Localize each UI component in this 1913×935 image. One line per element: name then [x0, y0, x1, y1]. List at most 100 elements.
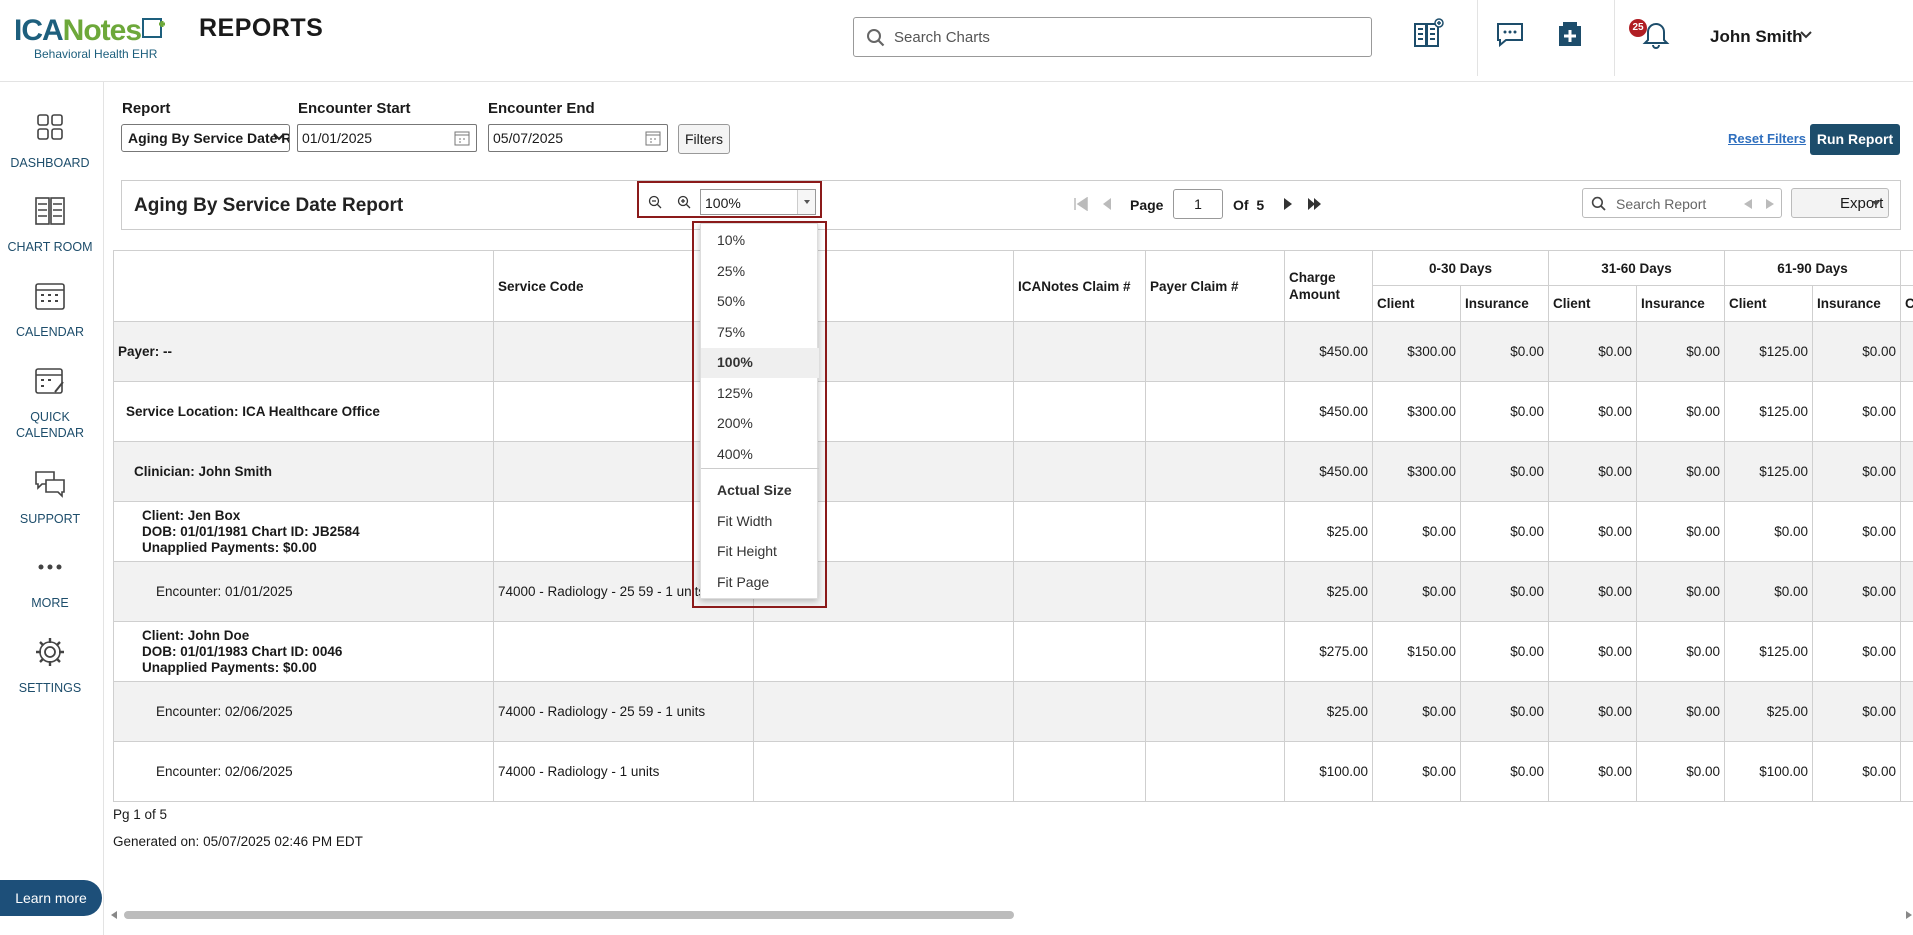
learn-more-button[interactable]: Learn more — [0, 880, 102, 916]
amount-cell: $0.00 — [1548, 501, 1638, 562]
row-label: Encounter: 02/06/2025 — [156, 763, 293, 779]
reset-filters-link[interactable]: Reset Filters — [1728, 131, 1806, 146]
amount-cell: $450.00 — [1284, 441, 1373, 502]
scrollbar-thumb[interactable] — [124, 911, 1014, 919]
amount-cell: $0.00 — [1459, 621, 1550, 682]
search-icon — [867, 29, 885, 47]
amount-cell: $0.00 — [1636, 741, 1726, 802]
dropdown-arrow-icon[interactable] — [797, 190, 815, 214]
messages-icon[interactable] — [1494, 18, 1526, 50]
group-61-90-header: 61-90 Days — [1724, 250, 1902, 286]
partial-cell — [1900, 321, 1913, 382]
amount-cell: $25.00 — [1284, 501, 1373, 562]
payer-claim-cell — [1145, 561, 1285, 622]
zoom-in-icon[interactable] — [677, 195, 691, 209]
service-code-cell — [493, 621, 754, 682]
amount-cell: $0.00 — [1812, 441, 1902, 502]
chevron-down-icon[interactable] — [1800, 30, 1812, 40]
amount-cell: $300.00 — [1372, 441, 1461, 502]
filters-button[interactable]: Filters — [678, 124, 730, 154]
note-cell — [753, 681, 1014, 742]
zoom-select[interactable]: 100% — [700, 189, 816, 215]
caret-down-icon — [804, 200, 810, 204]
encounter-start-label: Encounter Start — [298, 100, 411, 117]
sidebar-item-calendar[interactable]: CALENDAR — [0, 279, 100, 340]
icanotes-claim-header: ICANotes Claim # — [1013, 250, 1146, 322]
encounter-end-field[interactable]: 05/07/2025 — [488, 124, 668, 152]
page-input[interactable]: 1 — [1173, 189, 1223, 219]
report-select[interactable]: Aging By Service Date R — [121, 124, 290, 152]
sidebar-item-support[interactable]: SUPPORT — [0, 466, 100, 527]
sidebar-item-more[interactable]: MORE — [0, 550, 100, 611]
amount-cell: $0.00 — [1372, 681, 1461, 742]
horizontal-scrollbar[interactable] — [110, 909, 1913, 921]
row-label-cell: Encounter: 02/06/2025 — [113, 741, 494, 802]
icanotes-claim-cell — [1013, 681, 1146, 742]
amount-cell: $0.00 — [1812, 501, 1902, 562]
row-label-dob: DOB: 01/01/1983 Chart ID: 0046 — [142, 643, 343, 659]
chevron-down-icon — [273, 133, 285, 141]
of-text: Of — [1233, 197, 1249, 213]
search-next-icon[interactable] — [1765, 198, 1775, 210]
table-row: Encounter: 01/01/2025 74000 - Radiology -… — [113, 561, 1913, 622]
last-page-icon[interactable] — [1307, 197, 1323, 211]
header-divider — [1477, 0, 1478, 76]
search-prev-icon[interactable] — [1743, 198, 1753, 210]
row-label-cell: Client: Jen Box DOB: 01/01/1981 Chart ID:… — [113, 501, 494, 562]
previous-page-icon[interactable] — [1101, 197, 1113, 211]
row-label-cell: Clinician: John Smith — [113, 441, 494, 502]
sidebar-item-settings[interactable]: SETTINGS — [0, 635, 100, 696]
row-label-unapplied: Unapplied Payments: $0.00 — [142, 539, 317, 555]
row-label-cell: Service Location: ICA Healthcare Office — [113, 381, 494, 442]
sidebar-item-quick-calendar[interactable]: QUICK CALENDAR — [0, 364, 100, 441]
table-row: Payer: -- $450.00 $300.00 $0.00 $0.00 $0.00 $1… — [113, 321, 1913, 382]
insurance-header: Insurance — [1812, 285, 1902, 322]
zoom-list-highlight — [692, 221, 827, 608]
row-label: Encounter: 01/01/2025 — [156, 583, 293, 599]
row-label-cell: Payer: -- — [113, 321, 494, 382]
amount-cell: $125.00 — [1724, 321, 1814, 382]
calendar-icon[interactable] — [454, 130, 470, 146]
amount-cell: $0.00 — [1812, 321, 1902, 382]
encounter-end-value: 05/07/2025 — [493, 130, 564, 146]
export-button[interactable]: Export — [1791, 188, 1889, 218]
amount-cell: $450.00 — [1284, 321, 1373, 382]
amount-cell: $0.00 — [1459, 441, 1550, 502]
add-chart-icon[interactable] — [1412, 18, 1444, 50]
sidebar-item-dashboard[interactable]: DASHBOARD — [0, 110, 100, 171]
row-label-cell: Encounter: 02/06/2025 — [113, 681, 494, 742]
gear-icon — [36, 638, 64, 666]
amount-cell: $300.00 — [1372, 321, 1461, 382]
calendar-icon[interactable] — [645, 130, 661, 146]
search-charts-input[interactable]: Search Charts — [853, 17, 1372, 57]
first-page-icon[interactable] — [1073, 197, 1089, 211]
user-name[interactable]: John Smith — [1710, 27, 1803, 47]
icanotes-logo[interactable]: ICANotes Behavioral Health EHR — [14, 16, 174, 62]
amount-cell: $0.00 — [1636, 441, 1726, 502]
amount-cell: $125.00 — [1724, 381, 1814, 442]
label-column-header — [113, 250, 494, 322]
logo-subtitle: Behavioral Health EHR — [34, 47, 158, 61]
amount-cell: $0.00 — [1636, 621, 1726, 682]
search-report-input[interactable]: Search Report — [1582, 188, 1782, 218]
prescription-icon[interactable] — [1554, 18, 1586, 50]
amount-cell: $25.00 — [1284, 561, 1373, 622]
zoom-out-icon[interactable] — [648, 195, 662, 209]
encounter-start-field[interactable]: 01/01/2025 — [297, 124, 477, 152]
next-page-icon[interactable] — [1282, 197, 1294, 211]
scroll-right-icon[interactable] — [1905, 910, 1913, 920]
amount-cell: $0.00 — [1636, 561, 1726, 622]
amount-cell: $0.00 — [1636, 381, 1726, 442]
partial-cell — [1900, 441, 1913, 502]
zoom-value: 100% — [705, 195, 741, 211]
payer-claim-cell — [1145, 381, 1285, 442]
service-code-cell: 74000 - Radiology - 25 59 - 1 units — [493, 681, 754, 742]
amount-cell: $0.00 — [1724, 501, 1814, 562]
sidebar-label: DASHBOARD — [10, 156, 90, 170]
scroll-left-icon[interactable] — [110, 910, 118, 920]
payer-claim-cell — [1145, 621, 1285, 682]
run-report-button[interactable]: Run Report — [1810, 124, 1900, 155]
sidebar-item-chart-room[interactable]: CHART ROOM — [0, 194, 100, 255]
table-row: Client: John Doe DOB: 01/01/1983 Chart ID… — [113, 621, 1913, 682]
report-title: Aging By Service Date Report — [134, 195, 404, 216]
